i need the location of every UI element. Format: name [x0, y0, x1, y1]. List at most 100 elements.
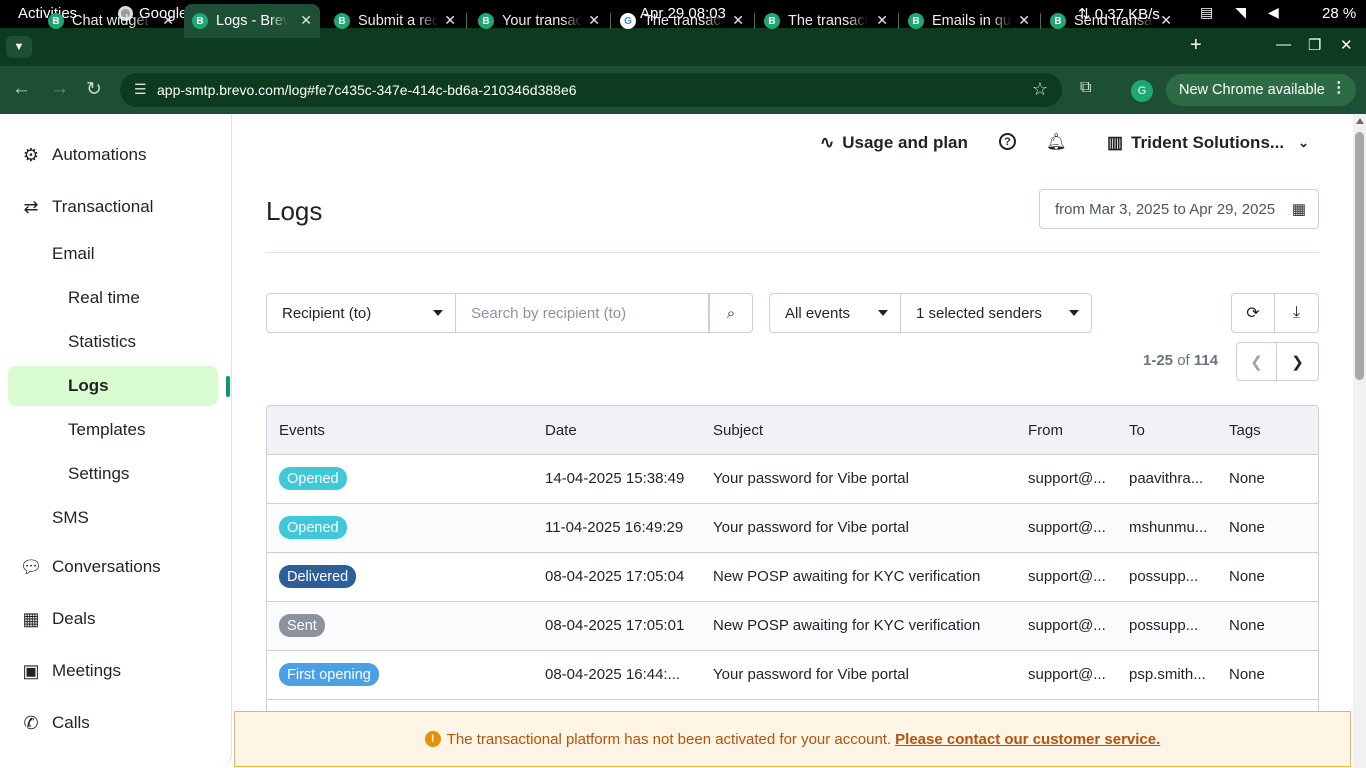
- usage-and-plan-button[interactable]: ∿ Usage and plan: [820, 133, 968, 153]
- help-icon[interactable]: ?: [999, 133, 1016, 150]
- date-range-picker[interactable]: from Mar 3, 2025 to Apr 29, 2025 ▦: [1039, 189, 1319, 229]
- close-window-icon[interactable]: ✕: [1340, 36, 1353, 54]
- volume-icon[interactable]: ◀: [1268, 4, 1279, 21]
- table-row[interactable]: Opened 11-04-2025 16:49:29 Your password…: [267, 504, 1318, 553]
- refresh-button[interactable]: ⟳: [1231, 293, 1275, 333]
- table-row[interactable]: Sent 08-04-2025 17:05:01 New POSP awaiti…: [267, 602, 1318, 651]
- maximize-icon[interactable]: ❐: [1308, 36, 1321, 54]
- browser-tab[interactable]: G The transactional ✕: [612, 4, 752, 38]
- new-tab-icon[interactable]: +: [1190, 34, 1202, 57]
- tab-separator: [466, 13, 467, 29]
- column-header-events[interactable]: Events: [279, 422, 325, 439]
- tab-title: The transactional: [644, 13, 724, 29]
- close-tab-icon[interactable]: ✕: [300, 12, 312, 29]
- sidebar: ⚙ Automations ⇄ Transactional Email Real…: [0, 114, 232, 768]
- page-scrollbar[interactable]: [1353, 114, 1366, 768]
- more-menu-icon[interactable]: ⋮: [1332, 80, 1347, 96]
- url-text[interactable]: app-smtp.brevo.com/log#fe7c435c-347e-414…: [157, 82, 577, 98]
- column-header-tags[interactable]: Tags: [1229, 422, 1261, 439]
- forward-icon[interactable]: →: [50, 78, 69, 100]
- calendar-icon: ▦: [1291, 201, 1306, 218]
- address-bar[interactable]: ☰ app-smtp.brevo.com/log#fe7c435c-347e-4…: [120, 73, 1062, 107]
- close-tab-icon[interactable]: ✕: [732, 12, 744, 29]
- browser-tab[interactable]: B Chat widget ✕: [40, 4, 182, 38]
- sidebar-item-logs[interactable]: Logs: [8, 366, 218, 406]
- tab-search-icon[interactable]: ▼: [6, 36, 32, 58]
- main-content: ∿ Usage and plan ? 🔔︎ ▥ Trident Solution…: [233, 114, 1353, 768]
- minimize-icon[interactable]: —: [1276, 36, 1291, 53]
- sidebar-item-automations[interactable]: ⚙ Automations: [0, 144, 232, 166]
- back-icon[interactable]: ←: [12, 78, 31, 100]
- contact-customer-service-link[interactable]: Please contact our customer service.: [895, 731, 1160, 748]
- events-filter-select[interactable]: All events: [769, 293, 901, 333]
- column-header-date[interactable]: Date: [545, 422, 577, 439]
- column-header-subject[interactable]: Subject: [713, 422, 763, 439]
- subject-cell: Your password for Vibe portal: [713, 666, 909, 683]
- sidebar-item-meetings[interactable]: ▣ Meetings: [0, 660, 232, 682]
- site-info-icon[interactable]: ☰: [134, 81, 147, 98]
- company-name: Trident Solutions...: [1131, 133, 1285, 152]
- sidebar-item-settings[interactable]: Settings: [68, 464, 129, 484]
- from-cell: support@...: [1028, 666, 1106, 683]
- browser-tab[interactable]: B Send transactional ✕: [1042, 4, 1180, 38]
- sidebar-item-transactional[interactable]: ⇄ Transactional: [0, 196, 232, 218]
- sidebar-item-sms[interactable]: SMS: [52, 508, 89, 528]
- browser-tab[interactable]: B The transactional ✕: [756, 4, 896, 38]
- battery-level[interactable]: 28 %: [1322, 5, 1356, 22]
- clipboard-icon[interactable]: ▤: [1200, 4, 1213, 21]
- sidebar-item-templates[interactable]: Templates: [68, 420, 145, 440]
- sidebar-item-deals[interactable]: ▦ Deals: [0, 608, 232, 630]
- browser-tab[interactable]: B Your transactional ✕: [470, 4, 608, 38]
- notification-bell-icon[interactable]: 🔔︎: [1046, 132, 1066, 152]
- sidebar-item-email[interactable]: Email: [52, 244, 95, 264]
- scrollbar-thumb[interactable]: [1355, 132, 1364, 380]
- close-tab-icon[interactable]: ✕: [1018, 12, 1030, 29]
- reload-icon[interactable]: ↻: [86, 78, 102, 101]
- browser-tab-active[interactable]: B Logs - Brevo ✕: [184, 4, 320, 38]
- browser-tab[interactable]: B Submit a request ✕: [326, 4, 464, 38]
- bookmark-star-icon[interactable]: ☆: [1032, 79, 1048, 100]
- phone-icon: ✆: [23, 712, 39, 733]
- table-row[interactable]: Opened 14-04-2025 15:38:49 Your password…: [267, 455, 1318, 504]
- sidebar-item-real-time[interactable]: Real time: [68, 288, 140, 308]
- next-page-button[interactable]: ❯: [1277, 342, 1319, 381]
- browser-tab[interactable]: B Emails in queue ✕: [900, 4, 1038, 38]
- close-tab-icon[interactable]: ✕: [162, 12, 174, 29]
- sidebar-item-statistics[interactable]: Statistics: [68, 332, 136, 352]
- brevo-favicon-icon: B: [334, 13, 350, 29]
- from-cell: support@...: [1028, 617, 1106, 634]
- system-tray[interactable]: ▤ ◥ ◀: [1200, 4, 1279, 21]
- tab-separator: [898, 13, 899, 29]
- brevo-favicon-icon: B: [192, 13, 208, 29]
- banner-message: The transactional platform has not been …: [446, 730, 892, 748]
- account-menu[interactable]: ▥ Trident Solutions... ⌄: [1107, 133, 1309, 153]
- event-badge: Opened: [279, 516, 347, 539]
- recipient-filter-select[interactable]: Recipient (to): [266, 293, 456, 333]
- top-navigation: ∿ Usage and plan ? 🔔︎ ▥ Trident Solution…: [233, 114, 1353, 170]
- scroll-up-arrow-icon[interactable]: [1356, 118, 1364, 124]
- download-button[interactable]: ⤓: [1275, 293, 1319, 333]
- close-tab-icon[interactable]: ✕: [588, 12, 600, 29]
- profile-avatar[interactable]: G: [1131, 80, 1153, 102]
- close-tab-icon[interactable]: ✕: [1160, 12, 1172, 29]
- wifi-icon[interactable]: ◥: [1235, 4, 1246, 21]
- close-tab-icon[interactable]: ✕: [444, 12, 456, 29]
- close-tab-icon[interactable]: ✕: [876, 12, 888, 29]
- sidebar-item-calls[interactable]: ✆ Calls: [0, 712, 232, 734]
- new-chrome-available-button[interactable]: New Chrome available ⋮: [1166, 74, 1356, 106]
- extensions-icon[interactable]: ⧉: [1080, 79, 1091, 97]
- search-input[interactable]: [456, 293, 709, 333]
- column-header-to[interactable]: To: [1129, 422, 1145, 439]
- select-value: 1 selected senders: [916, 304, 1042, 322]
- table-row[interactable]: First opening 08-04-2025 16:44:... Your …: [267, 651, 1318, 700]
- page-title: Logs: [266, 196, 323, 226]
- kanban-board-icon: ▦: [22, 608, 40, 629]
- senders-filter-select[interactable]: 1 selected senders: [900, 293, 1092, 333]
- search-button[interactable]: ⌕: [709, 293, 753, 333]
- table-row[interactable]: Delivered 08-04-2025 17:05:04 New POSP a…: [267, 553, 1318, 602]
- sidebar-item-conversations[interactable]: 💬︎ Conversations: [0, 556, 232, 578]
- previous-page-button[interactable]: ❮: [1236, 342, 1277, 381]
- update-label: New Chrome available: [1179, 82, 1325, 98]
- column-header-from[interactable]: From: [1028, 422, 1063, 439]
- sidebar-item-label: Transactional: [52, 197, 154, 216]
